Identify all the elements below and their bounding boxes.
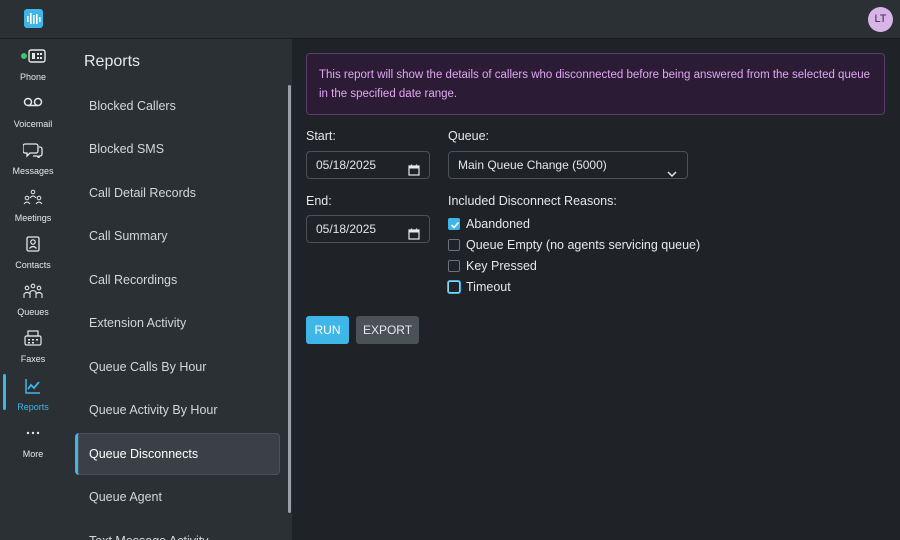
rail-label: Reports xyxy=(17,402,49,412)
rail-item-queues[interactable]: Queues xyxy=(0,283,66,327)
sidebar-item-call-recordings[interactable]: Call Recordings xyxy=(75,259,280,301)
rail-label: Queues xyxy=(17,307,49,317)
meetings-icon xyxy=(0,189,66,211)
app-logo-icon[interactable] xyxy=(24,9,43,28)
start-date-value: 05/18/2025 xyxy=(316,158,377,172)
checkbox-abandoned[interactable] xyxy=(448,218,460,230)
calendar-icon[interactable] xyxy=(408,159,420,185)
end-date-value: 05/18/2025 xyxy=(316,222,377,236)
phone-icon xyxy=(0,48,66,70)
reason-label: Queue Empty (no agents servicing queue) xyxy=(466,238,701,252)
queue-select-value: Main Queue Change (5000) xyxy=(458,158,607,172)
calendar-icon[interactable] xyxy=(408,223,420,249)
rail-label: Faxes xyxy=(20,354,46,364)
disconnect-reasons-label: Included Disconnect Reasons: xyxy=(448,194,617,208)
rail-item-reports[interactable]: Reports xyxy=(0,374,66,422)
sidebar-item-extension-activity[interactable]: Extension Activity xyxy=(75,302,280,344)
sidebar-item-call-detail-records[interactable]: Call Detail Records xyxy=(75,172,280,214)
end-label: End: xyxy=(306,194,332,208)
contacts-icon xyxy=(0,236,66,258)
export-button[interactable]: EXPORT xyxy=(356,316,419,344)
rail-item-contacts[interactable]: Contacts xyxy=(0,236,66,280)
rail-label: Messages xyxy=(12,166,54,176)
sidebar-item-queue-disconnects[interactable]: Queue Disconnects xyxy=(75,433,280,475)
sidebar-scrollbar[interactable] xyxy=(288,85,291,513)
reason-label: Abandoned xyxy=(466,217,530,231)
info-banner: This report will show the details of cal… xyxy=(306,53,885,115)
run-button[interactable]: RUN xyxy=(306,316,349,344)
rail-item-phone[interactable]: Phone xyxy=(0,48,66,92)
sidebar-item-blocked-callers[interactable]: Blocked Callers xyxy=(75,85,280,127)
reason-label: Timeout xyxy=(466,280,511,294)
more-icon xyxy=(0,425,66,447)
queues-icon xyxy=(0,283,66,305)
messages-icon xyxy=(0,142,66,164)
sidebar-item-queue-agent[interactable]: Queue Agent xyxy=(75,476,280,518)
rail-item-faxes[interactable]: Faxes xyxy=(0,330,66,374)
start-label: Start: xyxy=(306,129,336,143)
rail-item-voicemail[interactable]: Voicemail xyxy=(0,95,66,139)
sidebar-item-call-summary[interactable]: Call Summary xyxy=(75,215,280,257)
rail-item-more[interactable]: More xyxy=(0,425,66,469)
sidebar-item-queue-calls-by-hour[interactable]: Queue Calls By Hour xyxy=(75,346,280,388)
checkbox-timeout[interactable] xyxy=(448,281,460,293)
queue-label: Queue: xyxy=(448,129,490,143)
start-date-field[interactable]: 05/18/2025 xyxy=(306,151,430,179)
rail-label: Meetings xyxy=(14,213,52,223)
rail-item-messages[interactable]: Messages xyxy=(0,142,66,186)
queue-select[interactable]: Main Queue Change (5000) xyxy=(448,151,688,179)
reason-label: Key Pressed xyxy=(466,259,537,273)
user-avatar[interactable]: LT xyxy=(868,7,893,32)
checkbox-key-pressed[interactable] xyxy=(448,260,460,272)
nav-rail: Phone Voicemail Messages Meetings Contac… xyxy=(0,39,66,540)
chevron-down-icon xyxy=(667,161,677,187)
sidebar-title: Reports xyxy=(84,53,141,70)
rail-item-meetings[interactable]: Meetings xyxy=(0,189,66,233)
rail-label: Voicemail xyxy=(13,119,53,129)
end-date-field[interactable]: 05/18/2025 xyxy=(306,215,430,243)
sidebar-item-text-message-activity[interactable]: Text Message Activity xyxy=(75,520,280,540)
sidebar-item-queue-activity-by-hour[interactable]: Queue Activity By Hour xyxy=(75,389,280,431)
top-bar: LT xyxy=(0,0,900,39)
sidebar-item-blocked-sms[interactable]: Blocked SMS xyxy=(75,128,280,170)
rail-label: Contacts xyxy=(15,260,51,270)
fax-icon xyxy=(0,330,66,352)
voicemail-icon xyxy=(0,95,66,117)
checkbox-queue-empty[interactable] xyxy=(448,239,460,251)
reports-icon xyxy=(0,378,66,400)
rail-label: Phone xyxy=(19,72,47,82)
reports-sidebar: Reports Blocked Callers Blocked SMS Call… xyxy=(66,39,292,540)
report-panel: This report will show the details of cal… xyxy=(292,39,900,540)
rail-label: More xyxy=(22,449,44,459)
